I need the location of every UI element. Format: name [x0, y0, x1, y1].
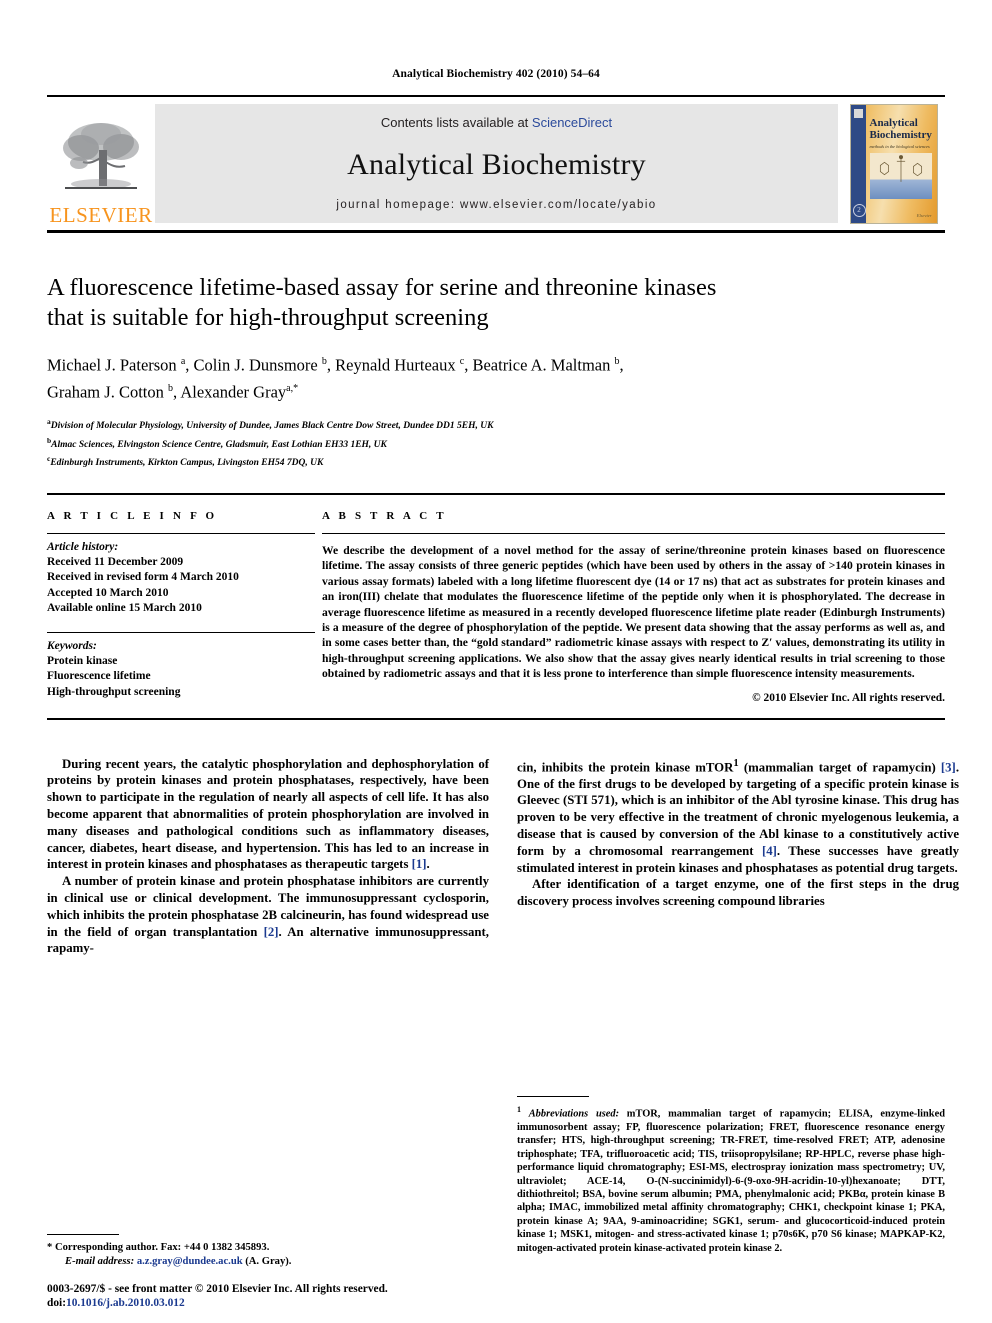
footnote-divider-right — [517, 1096, 589, 1098]
abstract-heading: A B S T R A C T — [322, 509, 447, 522]
cover-subtitle: methods in the biological sciences — [869, 143, 930, 149]
doi-line: doi:10.1016/j.ab.2010.03.012 — [47, 1296, 507, 1311]
abstract-copyright: © 2010 Elsevier Inc. All rights reserved… — [752, 691, 945, 704]
elsevier-wordmark: ELSEVIER — [49, 203, 153, 227]
paragraph-intro-3: cin, inhibits the protein kinase mTOR1 (… — [517, 757, 960, 875]
paragraph-intro-1: During recent years, the catalytic phosp… — [47, 756, 489, 872]
article-history-label: Article history: — [47, 540, 119, 553]
cover-image: 2 Analytical Biochemistry methods in the… — [849, 103, 938, 224]
paragraph-intro-2: A number of protein kinase and protein p… — [47, 874, 489, 956]
history-received: Received 11 December 2009 — [47, 556, 184, 569]
cover-imprint: Elsevier — [916, 212, 932, 218]
article-title-line2: that is suitable for high-throughput scr… — [47, 304, 489, 331]
elsevier-logo: ELSEVIER — [47, 97, 155, 230]
paragraph-intro-4: After identification of a target enzyme,… — [517, 877, 959, 909]
abstract-bottom-rule — [47, 717, 945, 720]
history-revised: Received in revised form 4 March 2010 — [47, 571, 239, 584]
citation-4[interactable]: [4] — [762, 844, 777, 858]
cover-circle-glyph: 2 — [852, 203, 866, 217]
article-title: A fluorescence lifetime-based assay for … — [47, 273, 945, 333]
keyword-3: High-throughput screening — [47, 685, 181, 698]
sciencedirect-link[interactable]: ScienceDirect — [532, 115, 612, 130]
abbreviations-footnote: 1 Abbreviations used: mTOR, mammalian ta… — [517, 1096, 945, 1255]
doi-value[interactable]: 10.1016/j.ab.2010.03.012 — [66, 1297, 185, 1309]
corresponding-author-line: * Corresponding author. Fax: +44 0 1382 … — [47, 1242, 270, 1253]
cover-title-line2: Biochemistry — [869, 128, 932, 141]
affiliation-a: aDivision of Molecular Physiology, Unive… — [47, 417, 494, 432]
affiliation-c-text: Edinburgh Instruments, Kirkton Campus, L… — [50, 458, 324, 469]
cover-artwork — [869, 152, 932, 199]
affiliation-b-text: Almac Sciences, Elvingston Science Centr… — [51, 439, 387, 450]
contents-prefix: Contents lists available at — [380, 115, 532, 130]
abstract-column: A B S T R A C T We describe the developm… — [315, 510, 945, 704]
cover-molecule-icon — [879, 154, 922, 182]
affiliation-a-text: Division of Molecular Physiology, Univer… — [50, 421, 494, 432]
corresponding-author-footnote: * Corresponding author. Fax: +44 0 1382 … — [47, 1234, 489, 1269]
contents-list-line: Contents lists available at ScienceDirec… — [381, 115, 612, 130]
keywords-block: Keywords: Protein kinase Fluorescence li… — [47, 633, 315, 700]
affiliation-b: bAlmac Sciences, Elvingston Science Cent… — [47, 435, 387, 450]
author-list: Michael J. Paterson a, Colin J. Dunsmore… — [47, 350, 945, 403]
cover-title-line1: Analytical — [869, 116, 918, 129]
article-info-heading: A R T I C L E I N F O — [47, 509, 218, 522]
history-accepted: Accepted 10 March 2010 — [47, 586, 169, 599]
affiliation-list: aDivision of Molecular Physiology, Unive… — [47, 415, 945, 471]
running-head: Analytical Biochemistry 402 (2010) 54–64 — [392, 68, 600, 80]
abbrev-label: Abbreviations used: — [528, 1108, 620, 1120]
cover-title: Analytical Biochemistry — [870, 117, 933, 141]
citation-1[interactable]: [1] — [412, 857, 427, 871]
citation-3[interactable]: [3] — [941, 760, 956, 774]
keywords-label: Keywords: — [47, 639, 97, 652]
journal-title: Analytical Biochemistry — [347, 147, 646, 181]
masthead-band: Contents lists available at ScienceDirec… — [155, 104, 838, 223]
issn-copyright-line: 0003-2697/$ - see front matter © 2010 El… — [47, 1282, 507, 1311]
abstract-text: We describe the development of a novel m… — [322, 543, 945, 681]
abbrev-body: mTOR, mammalian target of rapamycin; ELI… — [517, 1108, 945, 1254]
affiliation-c: cEdinburgh Instruments, Kirkton Campus, … — [47, 454, 324, 469]
author-line-2: Graham J. Cotton b, Alexander Graya,* — [47, 382, 299, 401]
author-line-1: Michael J. Paterson a, Colin J. Dunsmore… — [47, 355, 624, 375]
keyword-2: Fluorescence lifetime — [47, 670, 151, 683]
journal-article-page: Analytical Biochemistry 402 (2010) 54–64 — [0, 0, 992, 1323]
history-online: Available online 15 March 2010 — [47, 601, 202, 614]
email-label: E-mail address: — [65, 1256, 135, 1267]
doi-label: doi: — [47, 1297, 66, 1310]
issn-text: 0003-2697/$ - see front matter © 2010 El… — [47, 1282, 388, 1295]
abbrev-marker: 1 — [517, 1105, 521, 1115]
article-history-block: Article history: Received 11 December 20… — [47, 534, 315, 616]
citation-2[interactable]: [2] — [264, 925, 279, 939]
body-column-right: cin, inhibits the protein kinase mTOR1 (… — [517, 756, 959, 958]
article-info-column: A R T I C L E I N F O Article history: R… — [47, 510, 315, 704]
journal-cover-thumbnail[interactable]: 2 Analytical Biochemistry methods in the… — [838, 97, 945, 230]
footnote-divider — [47, 1234, 119, 1235]
body-column-left: During recent years, the catalytic phosp… — [47, 756, 489, 958]
article-title-line1: A fluorescence lifetime-based assay for … — [47, 274, 717, 301]
cover-publisher-badge-icon — [853, 108, 863, 118]
abbreviations-text: 1 Abbreviations used: mTOR, mammalian ta… — [517, 1103, 945, 1255]
email-suffix: (A. Gray). — [242, 1256, 292, 1267]
info-abstract-section: A R T I C L E I N F O Article history: R… — [47, 492, 945, 704]
elsevier-tree-icon — [63, 123, 139, 189]
journal-masthead: ELSEVIER Contents lists available at Sci… — [47, 95, 945, 233]
email-line: E-mail address: a.z.gray@dundee.ac.uk (A… — [47, 1255, 489, 1269]
body-columns: During recent years, the catalytic phosp… — [47, 756, 959, 958]
keyword-1: Protein kinase — [47, 655, 118, 668]
journal-homepage[interactable]: journal homepage: www.elsevier.com/locat… — [336, 199, 656, 211]
email-link[interactable]: a.z.gray@dundee.ac.uk — [137, 1256, 243, 1267]
